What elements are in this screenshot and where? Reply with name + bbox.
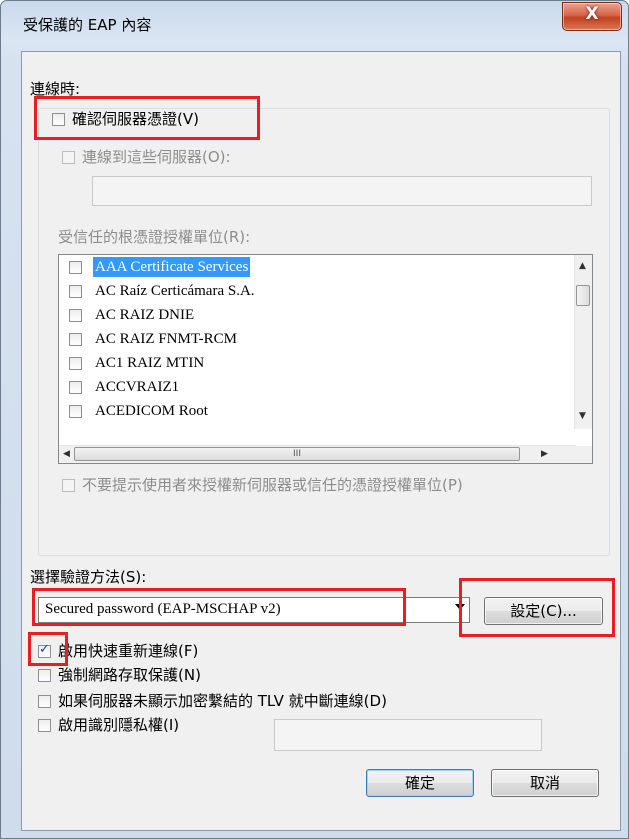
list-item[interactable]: AC1 RAIZ MTIN [59, 351, 559, 375]
ca-name: AC RAIZ DNIE [95, 307, 195, 323]
list-item[interactable]: ACEDICOM Root [59, 399, 559, 423]
close-button[interactable]: X [562, 2, 622, 31]
ca-name: ACCVRAIZ1 [95, 379, 180, 395]
ca-checkbox[interactable] [69, 285, 82, 298]
ca-checkbox[interactable] [69, 381, 82, 394]
nap-label[interactable]: 強制網路存取保護(N) [58, 664, 201, 685]
vertical-scrollbar[interactable]: ▲ ▼ [574, 255, 592, 429]
ca-checkbox[interactable] [69, 309, 82, 322]
ca-checkbox[interactable] [69, 333, 82, 346]
no-prompt-checkbox[interactable] [62, 479, 75, 492]
fast-reconnect-label[interactable]: 啟用快速重新連線(F) [58, 640, 198, 661]
window-title: 受保護的 EAP 內容 [23, 16, 152, 34]
ca-name: AC Raíz Certicámara S.A. [95, 283, 255, 299]
identity-privacy-label[interactable]: 啟用識別隱私權(I) [58, 714, 179, 735]
connect-servers-checkbox[interactable] [62, 151, 75, 164]
trusted-ca-list[interactable]: AAA Certificate Services AC Raíz Certicám… [58, 254, 593, 464]
nap-checkbox[interactable] [38, 669, 51, 682]
dialog-body: 連線時: 確認伺服器憑證(V) 連線到這些伺服器(O): 受信任的根憑證授權單位… [21, 51, 621, 831]
ca-name: AC1 RAIZ MTIN [95, 355, 205, 371]
highlight-fast-reconnect [28, 632, 68, 666]
no-prompt-label: 不要提示使用者來授權新伺服器或信任的憑證授權單位(P) [82, 476, 463, 494]
vertical-scroll-thumb[interactable] [576, 285, 590, 306]
ca-checkbox[interactable] [69, 261, 82, 274]
connect-servers-label: 連線到這些伺服器(O): [82, 148, 231, 166]
close-icon: X [585, 4, 599, 24]
tlv-disconnect-checkbox[interactable] [38, 695, 51, 708]
horizontal-scroll-thumb[interactable]: III [74, 447, 520, 461]
highlight-auth-method [32, 588, 406, 626]
identity-privacy-checkbox[interactable] [38, 719, 51, 732]
tlv-disconnect-label[interactable]: 如果伺服器未顯示加密繫結的 TLV 就中斷連線(D) [58, 690, 387, 711]
list-item[interactable]: AC RAIZ FNMT-RCM [59, 327, 559, 351]
scroll-up-icon[interactable]: ▲ [579, 261, 586, 271]
cancel-button[interactable]: 取消 [491, 769, 599, 797]
trusted-ca-label: 受信任的根憑證授權單位(R): [58, 228, 251, 246]
scrollbar-corner [575, 446, 592, 463]
identity-privacy-input[interactable] [274, 719, 542, 751]
list-item[interactable]: AAA Certificate Services [59, 255, 559, 279]
ca-checkbox[interactable] [69, 357, 82, 370]
highlight-configure-button [459, 578, 615, 637]
list-item[interactable]: AC RAIZ DNIE [59, 303, 559, 327]
list-item[interactable]: ACCVRAIZ1 [59, 375, 559, 399]
connect-servers-input[interactable] [92, 176, 592, 206]
ok-button[interactable]: 確定 [366, 769, 474, 797]
ca-name: AC RAIZ FNMT-RCM [95, 331, 237, 347]
scroll-right-icon[interactable]: ▶ [541, 449, 548, 459]
title-bar[interactable]: 受保護的 EAP 內容 X [1, 1, 628, 43]
horizontal-scrollbar[interactable]: ◀ III ▶ [59, 445, 576, 463]
scroll-left-icon[interactable]: ◀ [63, 449, 70, 459]
ca-checkbox[interactable] [69, 405, 82, 418]
scroll-down-icon[interactable]: ▼ [579, 411, 586, 421]
highlight-validate-cert [34, 96, 260, 140]
auth-method-label: 選擇驗證方法(S): [30, 568, 147, 586]
ca-name: ACEDICOM Root [95, 403, 208, 419]
ca-name: AAA Certificate Services [93, 257, 251, 277]
list-item[interactable]: AC Raíz Certicámara S.A. [59, 279, 559, 303]
